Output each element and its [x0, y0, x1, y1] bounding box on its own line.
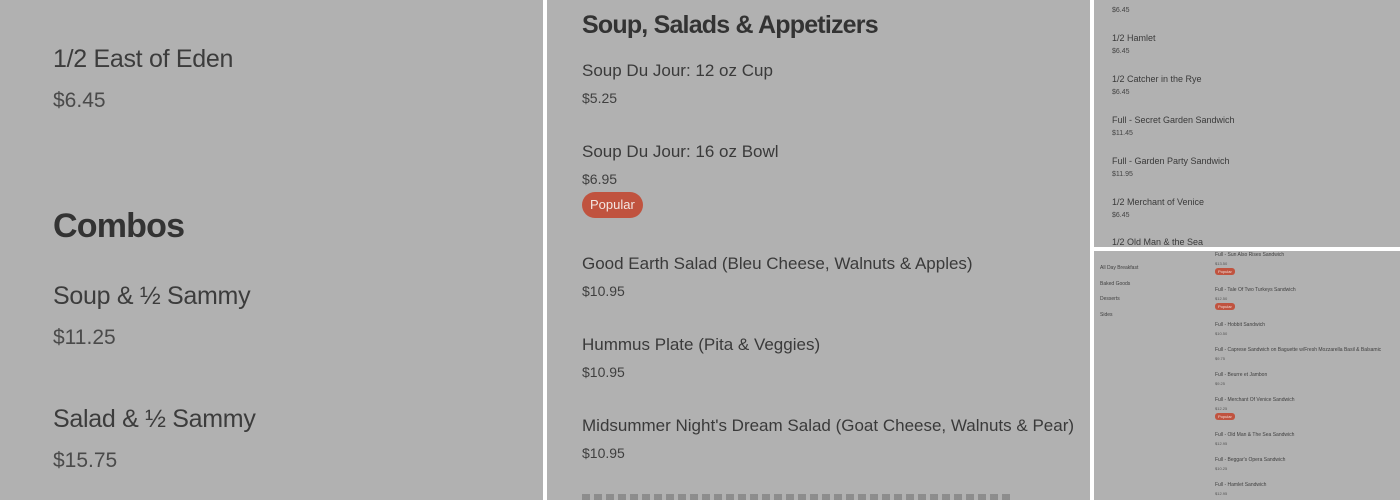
- menu-item-name[interactable]: Full - Hamlet Sandwich: [1215, 482, 1266, 488]
- menu-item-name[interactable]: 1/2 East of Eden: [53, 45, 233, 74]
- menu-item-price: $11.45: [1112, 130, 1133, 137]
- menu-item-price: $10.95: [582, 364, 625, 380]
- popular-badge: Popular: [1215, 268, 1235, 275]
- popular-badge: Popular: [1215, 303, 1235, 310]
- menu-panel-soup-salads: Soup, Salads & Appetizers Soup Du Jour: …: [547, 0, 1090, 500]
- section-heading-combos: Combos: [53, 207, 185, 245]
- menu-item-name[interactable]: Full - Beggar's Opera Sandwich: [1215, 457, 1285, 463]
- section-heading-soup-salads: Soup, Salads & Appetizers: [582, 11, 879, 39]
- menu-item-price: $12.95: [1215, 491, 1228, 496]
- menu-item-name[interactable]: 1/2 Merchant of Venice: [1112, 197, 1204, 207]
- category-link[interactable]: All Day Breakfast: [1100, 265, 1138, 271]
- menu-item-price: $6.45: [1112, 212, 1130, 219]
- menu-item-price: $5.25: [582, 90, 618, 106]
- menu-item-name[interactable]: 1/2 Old Man & the Sea: [1112, 237, 1203, 247]
- category-link[interactable]: Sides: [1100, 312, 1113, 318]
- menu-item-name[interactable]: Full - Tale Of Two Turkeys Sandwich: [1215, 287, 1296, 293]
- menu-item-price: $6.45: [1112, 89, 1130, 96]
- menu-panel-sandwiches: $6.45 1/2 Hamlet $6.45 1/2 Catcher in th…: [1094, 0, 1400, 247]
- menu-item-price: $6.45: [1112, 48, 1130, 55]
- menu-item-price: $10.95: [582, 283, 625, 299]
- menu-item-name[interactable]: Soup Du Jour: 12 oz Cup: [582, 61, 773, 81]
- menu-item-price: $6.45: [1112, 7, 1130, 14]
- menu-item-price: $13.50: [1215, 261, 1228, 266]
- menu-item-price: $10.25: [1215, 466, 1228, 471]
- menu-item-name[interactable]: 1/2 Catcher in the Rye: [1112, 74, 1202, 84]
- menu-item-price: $10.50: [1215, 331, 1228, 336]
- menu-item-price: $11.25: [53, 326, 116, 349]
- menu-item-name[interactable]: Good Earth Salad (Bleu Cheese, Walnuts &…: [582, 254, 973, 274]
- menu-item-price: $9.25: [1215, 381, 1226, 386]
- popular-badge: Popular: [582, 192, 643, 218]
- menu-item-name[interactable]: Hummus Plate (Pita & Veggies): [582, 335, 820, 355]
- menu-item-price: $12.50: [1215, 296, 1228, 301]
- menu-item-name[interactable]: Soup & ½ Sammy: [53, 282, 251, 311]
- menu-item-name[interactable]: Full - Old Man & The Sea Sandwich: [1215, 432, 1294, 438]
- popular-badge: Popular: [1215, 413, 1235, 420]
- menu-item-price: $9.75: [1215, 356, 1226, 361]
- menu-item-name[interactable]: Full - Beurre et Jambon: [1215, 372, 1267, 378]
- menu-item-price: $6.45: [53, 89, 106, 112]
- menu-panel-combos: 1/2 East of Eden $6.45 Combos Soup & ½ S…: [0, 0, 543, 500]
- menu-item-name[interactable]: Full - Garden Party Sandwich: [1112, 156, 1230, 166]
- menu-item-price: $11.95: [1112, 171, 1133, 178]
- truncated-text-row: [582, 494, 1012, 500]
- menu-item-name[interactable]: Full - Secret Garden Sandwich: [1112, 115, 1235, 125]
- menu-item-price: $15.75: [53, 449, 118, 472]
- menu-item-price: $12.95: [1215, 441, 1228, 446]
- menu-item-price: $12.25: [1215, 406, 1228, 411]
- category-link[interactable]: Desserts: [1100, 296, 1120, 302]
- menu-item-name[interactable]: Salad & ½ Sammy: [53, 405, 256, 434]
- menu-item-name[interactable]: Full - Sun Also Rises Sandwich: [1215, 252, 1284, 258]
- menu-item-name[interactable]: 1/2 Hamlet: [1112, 33, 1156, 43]
- menu-item-name[interactable]: Soup Du Jour: 16 oz Bowl: [582, 142, 779, 162]
- menu-item-name[interactable]: Full - Hobbit Sandwich: [1215, 322, 1265, 328]
- menu-item-name[interactable]: Full - Caprese Sandwich on Baguette w/Fr…: [1215, 347, 1381, 353]
- menu-panel-full-sandwiches: All Day Breakfast Baked Goods Desserts S…: [1094, 251, 1400, 500]
- category-link[interactable]: Baked Goods: [1100, 281, 1130, 287]
- menu-item-price: $10.95: [582, 445, 625, 461]
- menu-item-name[interactable]: Midsummer Night's Dream Salad (Goat Chee…: [582, 416, 1074, 436]
- menu-item-name[interactable]: Full - Merchant Of Venice Sandwich: [1215, 397, 1294, 403]
- menu-item-price: $6.95: [582, 171, 618, 187]
